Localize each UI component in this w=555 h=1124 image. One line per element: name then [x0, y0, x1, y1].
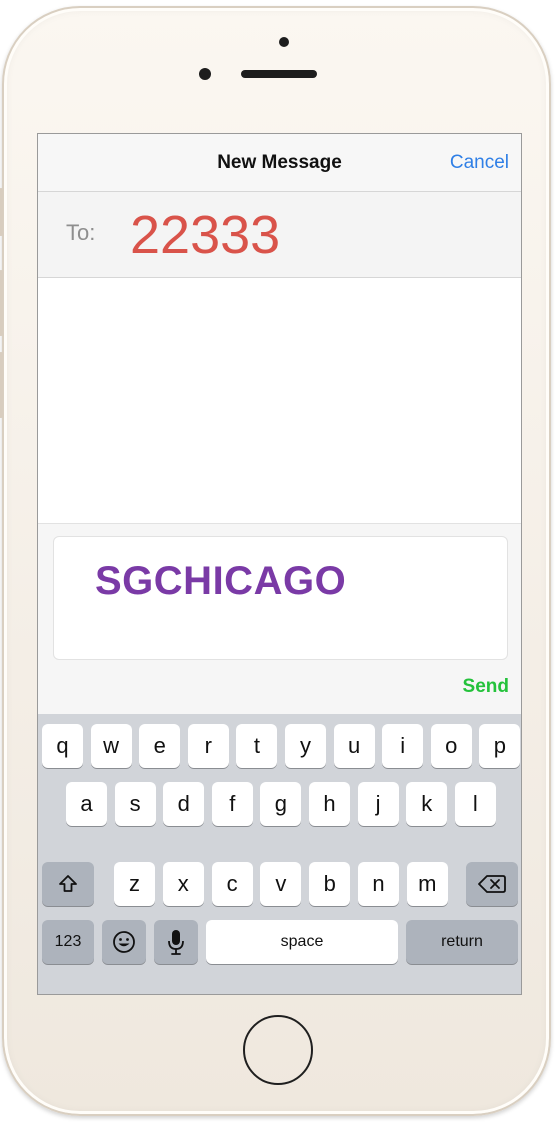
key-w[interactable]: w [90, 724, 132, 768]
keyboard: qwertyuiop asdfghjkl zxcvbnm 123 space r… [38, 714, 521, 994]
phone-screen: New Message Cancel To: 22333 SGCHICAGO S… [37, 133, 522, 995]
page-title: New Message [217, 152, 342, 173]
microphone-icon [167, 929, 185, 955]
speaker-grille [241, 70, 317, 78]
key-n[interactable]: n [358, 862, 399, 906]
key-g[interactable]: g [260, 782, 302, 826]
volume-down-button [0, 352, 3, 418]
key-s[interactable]: s [114, 782, 156, 826]
shift-key[interactable] [42, 862, 94, 906]
recipient-label: To: [66, 220, 96, 245]
key-a[interactable]: a [66, 782, 107, 826]
message-text: SGCHICAGO [95, 559, 347, 603]
emoji-key[interactable] [102, 920, 146, 964]
shift-icon [58, 874, 78, 894]
volume-up-button [0, 270, 3, 336]
key-x[interactable]: x [162, 862, 204, 906]
cancel-button[interactable]: Cancel [450, 152, 509, 174]
conversation-area [38, 278, 521, 524]
navigation-bar: New Message Cancel [38, 134, 521, 192]
message-input[interactable]: SGCHICAGO [53, 536, 508, 660]
key-r[interactable]: r [187, 724, 229, 768]
space-key[interactable]: space [206, 920, 398, 964]
microphone-key[interactable] [154, 920, 198, 964]
key-i[interactable]: i [382, 724, 424, 768]
side-button [0, 188, 3, 236]
key-z[interactable]: z [114, 862, 155, 906]
recipient-field[interactable]: To: 22333 [38, 192, 521, 278]
key-o[interactable]: o [430, 724, 472, 768]
key-m[interactable]: m [406, 862, 448, 906]
camera-icon [279, 37, 289, 47]
numbers-key[interactable]: 123 [42, 920, 94, 964]
key-j[interactable]: j [357, 782, 399, 826]
key-f[interactable]: f [211, 782, 253, 826]
backspace-icon [478, 874, 506, 894]
key-y[interactable]: y [285, 724, 326, 768]
key-h[interactable]: h [309, 782, 350, 826]
return-key[interactable]: return [406, 920, 518, 964]
key-u[interactable]: u [333, 724, 375, 768]
emoji-icon [112, 930, 136, 954]
send-button[interactable]: Send [463, 676, 509, 698]
key-v[interactable]: v [260, 862, 302, 906]
key-t[interactable]: t [236, 724, 278, 768]
key-l[interactable]: l [454, 782, 496, 826]
key-p[interactable]: p [479, 724, 521, 768]
key-q[interactable]: q [42, 724, 83, 768]
front-camera-icon [199, 68, 211, 80]
key-k[interactable]: k [406, 782, 448, 826]
backspace-key[interactable] [466, 862, 518, 906]
key-b[interactable]: b [309, 862, 351, 906]
key-c[interactable]: c [211, 862, 253, 906]
recipient-value[interactable]: 22333 [130, 204, 280, 266]
home-button[interactable] [243, 1015, 313, 1085]
compose-area: SGCHICAGO Send [38, 524, 521, 714]
key-e[interactable]: e [139, 724, 181, 768]
key-d[interactable]: d [163, 782, 205, 826]
